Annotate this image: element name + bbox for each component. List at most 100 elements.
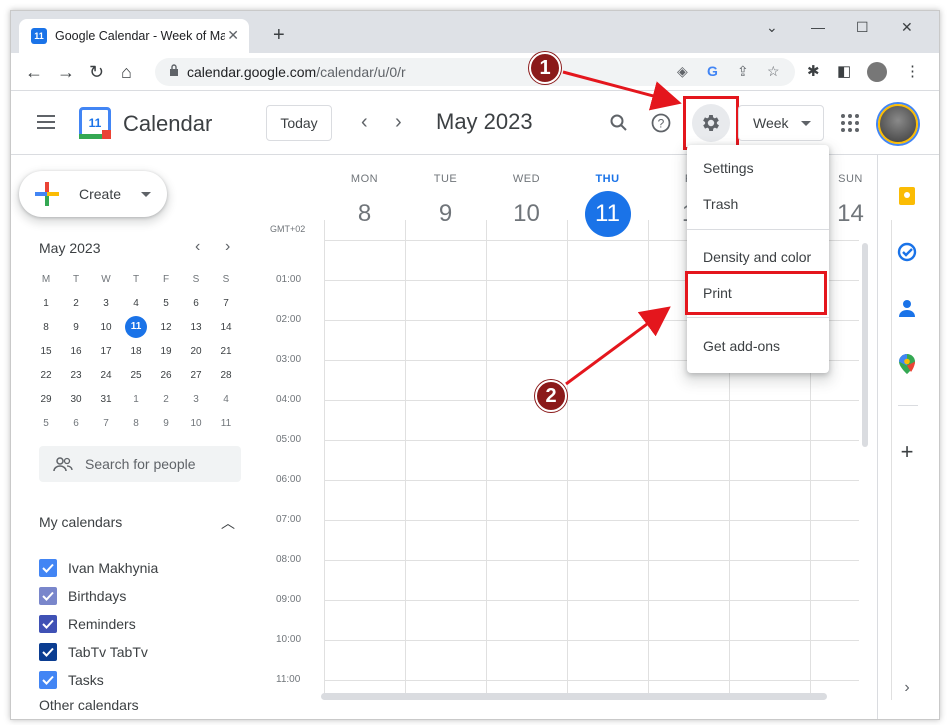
menu-item-settings[interactable]: Settings	[687, 150, 829, 186]
maps-icon[interactable]	[896, 353, 918, 375]
horizontal-scrollbar[interactable]	[321, 693, 827, 700]
checkbox-checked-icon[interactable]	[39, 671, 57, 689]
collapse-chevron-icon[interactable]: ︿	[221, 513, 235, 533]
menu-item-density-and-color[interactable]: Density and color	[687, 239, 829, 275]
day-header[interactable]: TUE 9	[405, 173, 486, 237]
mini-day[interactable]: 14	[211, 322, 241, 333]
mini-day[interactable]: 5	[31, 418, 61, 429]
create-button[interactable]: Create	[19, 171, 167, 217]
mini-day[interactable]: 8	[121, 418, 151, 429]
tasks-icon[interactable]	[896, 241, 918, 263]
today-button[interactable]: Today	[266, 105, 332, 141]
previous-week-icon[interactable]: ‹	[361, 111, 368, 134]
mini-day[interactable]: 6	[181, 298, 211, 309]
more-vert-icon[interactable]: ⋮	[905, 62, 920, 80]
mini-day[interactable]: 7	[211, 298, 241, 309]
calendar-list-item[interactable]: TabTv TabTv	[39, 643, 148, 661]
mini-day[interactable]: 1	[31, 298, 61, 309]
eye-icon[interactable]: ◈	[677, 63, 688, 80]
mini-day[interactable]: 3	[91, 298, 121, 309]
next-week-icon[interactable]: ›	[395, 111, 402, 134]
tab-search-chevron-icon[interactable]: ⌄	[766, 19, 778, 36]
checkbox-checked-icon[interactable]	[39, 615, 57, 633]
search-people-input[interactable]: Search for people	[39, 446, 241, 482]
extensions-icon[interactable]: ✱	[807, 62, 820, 80]
google-apps-icon[interactable]	[841, 114, 859, 132]
close-window-icon[interactable]: ✕	[901, 19, 913, 36]
forward-arrow-icon[interactable]: →	[57, 62, 75, 82]
mini-day[interactable]: 16	[61, 346, 91, 357]
mini-day[interactable]: 12	[151, 322, 181, 333]
calendar-list-item[interactable]: Ivan Makhynia	[39, 559, 158, 577]
mini-day[interactable]: 29	[31, 394, 61, 405]
profile-avatar-icon[interactable]	[867, 62, 887, 82]
search-icon[interactable]	[605, 109, 633, 137]
back-arrow-icon[interactable]: ←	[25, 62, 43, 82]
calendar-list-item[interactable]: Tasks	[39, 671, 104, 689]
mini-day[interactable]: 24	[91, 370, 121, 381]
mini-day[interactable]: 23	[61, 370, 91, 381]
calendar-list-item[interactable]: Reminders	[39, 615, 136, 633]
maximize-icon[interactable]: ☐	[856, 19, 869, 36]
day-header[interactable]: WED 10	[486, 173, 567, 237]
mini-day[interactable]: 3	[181, 394, 211, 405]
help-icon[interactable]: ?	[647, 109, 675, 137]
mini-day[interactable]: 9	[151, 418, 181, 429]
mini-day[interactable]: 19	[151, 346, 181, 357]
mini-day[interactable]: 8	[31, 322, 61, 333]
mini-day[interactable]: 25	[121, 370, 151, 381]
mini-next-month-icon[interactable]: ›	[225, 238, 230, 256]
new-tab-icon[interactable]: +	[273, 24, 285, 47]
mini-day[interactable]: 15	[31, 346, 61, 357]
google-icon[interactable]: G	[707, 63, 718, 79]
mini-day[interactable]: 10	[91, 322, 121, 333]
other-calendars-title[interactable]: Other calendars	[39, 697, 139, 713]
minimize-icon[interactable]: —	[811, 19, 825, 35]
star-icon[interactable]: ☆	[767, 63, 780, 80]
mini-day[interactable]: 18	[121, 346, 151, 357]
mini-day[interactable]: 28	[211, 370, 241, 381]
mini-day[interactable]: 20	[181, 346, 211, 357]
mini-day[interactable]: 10	[181, 418, 211, 429]
mini-day[interactable]: 7	[91, 418, 121, 429]
mini-day[interactable]: 5	[151, 298, 181, 309]
day-header[interactable]: MON 8	[324, 173, 405, 237]
calendar-list-item[interactable]: Birthdays	[39, 587, 126, 605]
checkbox-checked-icon[interactable]	[39, 559, 57, 577]
keep-icon[interactable]	[896, 185, 918, 207]
settings-gear-icon[interactable]	[692, 104, 730, 142]
home-icon[interactable]: ⌂	[121, 62, 132, 82]
checkbox-checked-icon[interactable]	[39, 643, 57, 661]
mini-day[interactable]: 2	[61, 298, 91, 309]
share-icon[interactable]: ⇪	[737, 63, 749, 80]
mini-day[interactable]: 13	[181, 322, 211, 333]
address-bar[interactable]: calendar.google.com/calendar/u/0/r ◈ G ⇪…	[155, 58, 795, 86]
mini-day[interactable]: 26	[151, 370, 181, 381]
mini-day[interactable]: 22	[31, 370, 61, 381]
mini-day[interactable]: 9	[61, 322, 91, 333]
mini-day[interactable]: 2	[151, 394, 181, 405]
mini-day[interactable]: 11	[121, 316, 151, 338]
mini-day[interactable]: 30	[61, 394, 91, 405]
mini-day[interactable]: 4	[211, 394, 241, 405]
account-avatar[interactable]	[878, 104, 918, 144]
view-selector-button[interactable]: Week	[738, 105, 824, 141]
vertical-scrollbar[interactable]	[862, 243, 868, 447]
mini-day[interactable]: 11	[211, 418, 241, 429]
mini-day[interactable]: 6	[61, 418, 91, 429]
mini-prev-month-icon[interactable]: ‹	[195, 238, 200, 256]
browser-tab[interactable]: 11 Google Calendar - Week of May ✕	[19, 19, 249, 53]
main-menu-icon[interactable]	[37, 115, 55, 129]
mini-day[interactable]: 21	[211, 346, 241, 357]
mini-day[interactable]: 17	[91, 346, 121, 357]
my-calendars-title[interactable]: My calendars	[39, 514, 122, 530]
add-addon-icon[interactable]: +	[896, 439, 918, 464]
mini-day[interactable]: 4	[121, 298, 151, 309]
mini-day[interactable]: 31	[91, 394, 121, 405]
mini-day[interactable]: 27	[181, 370, 211, 381]
reload-icon[interactable]: ↻	[89, 62, 104, 82]
menu-item-trash[interactable]: Trash	[687, 186, 829, 222]
menu-item-get-add-ons[interactable]: Get add-ons	[687, 328, 829, 364]
close-tab-icon[interactable]: ✕	[227, 27, 239, 44]
side-panel-icon[interactable]: ◧	[837, 62, 851, 80]
